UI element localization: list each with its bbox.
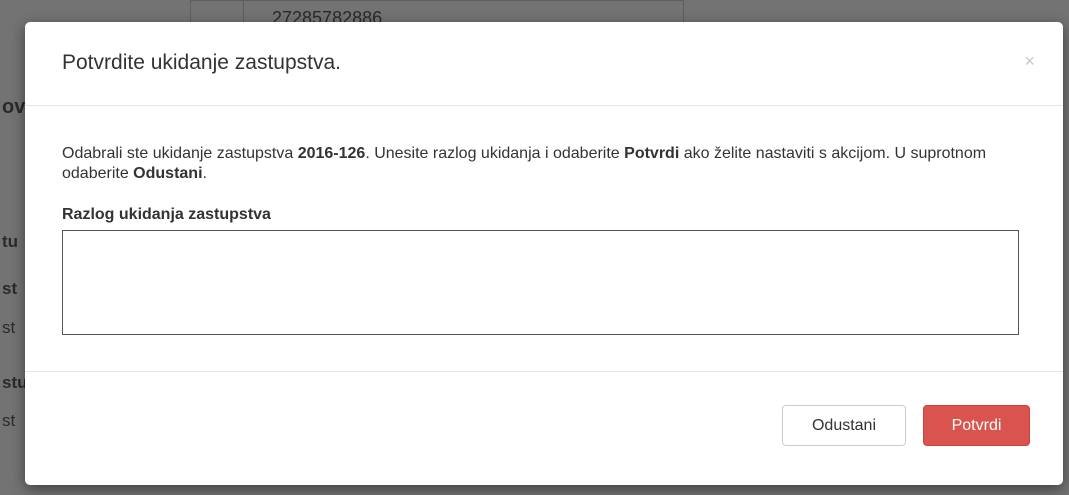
description-text: .	[202, 165, 207, 182]
dialog-body: Odabrali ste ukidanje zastupstva 2016-12…	[62, 144, 1022, 184]
close-icon[interactable]: ×	[1024, 51, 1035, 72]
reason-field-label: Razlog ukidanja zastupstva	[62, 206, 271, 223]
dialog-header: Potvrdite ukidanje zastupstva. ×	[25, 22, 1063, 106]
description-text: Odabrali ste ukidanje zastupstva	[62, 145, 298, 162]
confirm-reference: Potvrdi	[624, 145, 680, 162]
background-fragment: stu	[2, 373, 28, 392]
background-fragment: st	[2, 411, 16, 430]
cancel-button[interactable]: Odustani	[782, 405, 906, 446]
representation-code: 2016-126	[297, 145, 366, 162]
background-fragment: tu	[2, 232, 19, 251]
cancel-reference: Odustani	[133, 165, 203, 182]
reason-textarea[interactable]	[62, 230, 1019, 335]
confirm-button[interactable]: Potvrdi	[923, 405, 1030, 446]
confirm-dialog: Potvrdite ukidanje zastupstva. × Odabral…	[25, 22, 1063, 485]
background-fragment: ov	[2, 96, 26, 118]
dialog-title: Potvrdite ukidanje zastupstva.	[62, 51, 341, 74]
dialog-description: Odabrali ste ukidanje zastupstva 2016-12…	[62, 144, 1022, 184]
background-fragment: st	[2, 279, 18, 298]
dialog-footer-divider	[25, 371, 1063, 372]
description-text: . Unesite razlog ukidanja i odaberite	[365, 145, 625, 162]
background-fragment: st	[2, 318, 16, 337]
